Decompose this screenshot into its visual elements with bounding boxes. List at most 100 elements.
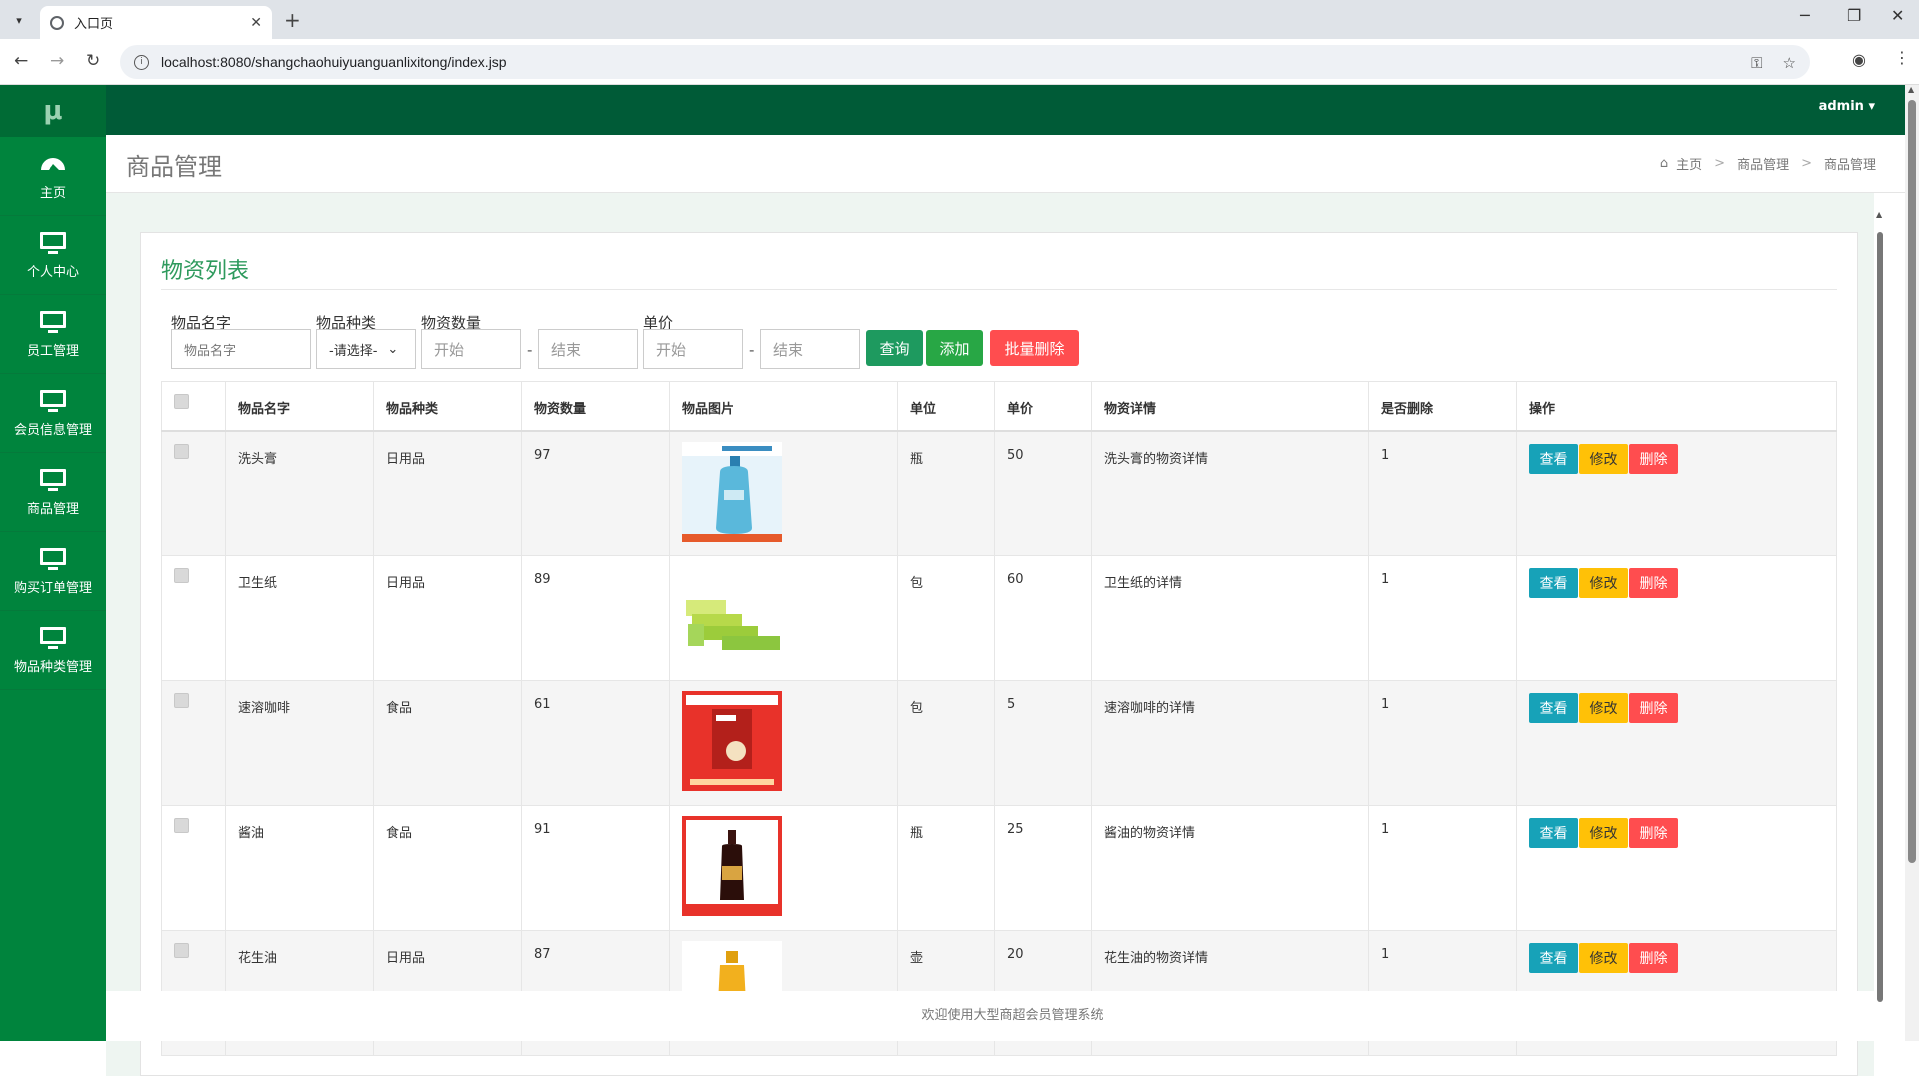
page-scroll-up-arrow-icon[interactable]: ▲ [1908, 85, 1914, 94]
edit-button[interactable]: 修改 [1579, 568, 1628, 598]
breadcrumb-home[interactable]: 主页 [1676, 154, 1702, 173]
type-select-value: -请选择- [329, 343, 378, 359]
price-start-input[interactable]: 开始 [643, 329, 743, 369]
col-header[interactable]: 物品名字 [225, 381, 374, 432]
col-header[interactable]: 物品种类 [373, 381, 522, 432]
back-arrow-icon[interactable]: ← [14, 51, 28, 71]
delete-button[interactable]: 删除 [1629, 693, 1678, 723]
url-field[interactable]: i localhost:8080/shangchaohuiyuanguanlix… [120, 45, 1810, 79]
cell-image [669, 805, 898, 931]
scroll-up-arrow-icon[interactable]: ▲ [1876, 210, 1882, 219]
browser-tab[interactable]: 入口页 ✕ [40, 6, 272, 39]
cell-unit: 瓶 [897, 805, 995, 931]
new-tab-plus-icon[interactable]: + [284, 8, 301, 32]
type-select[interactable]: -请选择- ⌄ [316, 329, 416, 369]
sidebar-item-staff[interactable]: 员工管理 [0, 295, 106, 374]
reload-icon[interactable]: ↻ [86, 51, 100, 71]
breadcrumb-section[interactable]: 商品管理 [1737, 154, 1789, 173]
view-button[interactable]: 查看 [1529, 568, 1578, 598]
delete-button[interactable]: 删除 [1629, 443, 1678, 474]
bookmark-star-icon[interactable]: ☆ [1783, 54, 1796, 72]
user-menu[interactable]: admin ▾ [1819, 99, 1875, 114]
cell-name: 洗头膏 [225, 430, 374, 556]
cell-image [669, 555, 898, 681]
sidebar-item-members[interactable]: 会员信息管理 [0, 374, 106, 453]
page-scrollbar[interactable]: ▲ [1905, 85, 1919, 1041]
table-row: 酱油 食品 91 瓶 25 酱油的物资详情 1 查看 修改 删除 [161, 805, 1837, 931]
cell-type: 日用品 [373, 555, 522, 681]
qty-start-input[interactable]: 开始 [421, 329, 521, 369]
col-header: 操作 [1516, 381, 1837, 432]
cell-actions: 查看 修改 删除 [1516, 805, 1837, 931]
tab-search-chevron-icon[interactable]: ▾ [8, 9, 30, 31]
select-all-checkbox[interactable] [174, 394, 189, 409]
content-scrollbar[interactable]: ▲ [1874, 210, 1886, 1076]
col-header[interactable]: 是否删除 [1368, 381, 1517, 432]
sidebar-item-label: 商品管理 [26, 501, 79, 517]
breadcrumb-separator: > [1801, 156, 1812, 171]
add-button[interactable]: 添加 [926, 330, 983, 366]
batch-delete-button[interactable]: 批量删除 [990, 330, 1079, 366]
cell-price: 5 [994, 680, 1092, 806]
cell-unit: 包 [897, 680, 995, 806]
row-checkbox[interactable] [174, 443, 189, 459]
edit-button[interactable]: 修改 [1579, 693, 1628, 723]
close-window-icon[interactable]: ✕ [1891, 6, 1904, 25]
delete-button[interactable]: 删除 [1629, 818, 1678, 848]
qty-end-input[interactable]: 结束 [538, 329, 638, 369]
query-button[interactable]: 查询 [866, 330, 923, 366]
col-header[interactable]: 单位 [897, 381, 995, 432]
row-checkbox[interactable] [174, 943, 189, 958]
close-tab-icon[interactable]: ✕ [250, 15, 262, 31]
cell-detail: 卫生纸的详情 [1091, 555, 1369, 681]
sidebar-item-personal-center[interactable]: 个人中心 [0, 216, 106, 295]
edit-button[interactable]: 修改 [1579, 818, 1628, 848]
cell-type: 食品 [373, 805, 522, 931]
cell-qty: 97 [521, 430, 670, 556]
delete-button[interactable]: 删除 [1629, 568, 1678, 598]
footer-text: 欢迎使用大型商超会员管理系统 [921, 1008, 1104, 1023]
site-info-icon[interactable]: i [134, 54, 149, 70]
page-scroll-thumb[interactable] [1908, 100, 1916, 863]
select-all-cell [161, 381, 226, 432]
col-header[interactable]: 物品图片 [669, 381, 898, 432]
restore-icon[interactable]: ❐ [1847, 6, 1861, 25]
row-checkbox[interactable] [174, 818, 189, 833]
content-scroll-thumb[interactable] [1877, 232, 1883, 1002]
col-header[interactable]: 物资数量 [521, 381, 670, 432]
row-checkbox[interactable] [174, 568, 189, 583]
sidebar-item-orders[interactable]: 购买订单管理 [0, 532, 106, 611]
forward-arrow-icon[interactable]: → [50, 51, 64, 71]
col-header[interactable]: 单价 [994, 381, 1092, 432]
row-checkbox[interactable] [174, 693, 189, 708]
globe-icon [50, 15, 64, 30]
sidebar-item-products[interactable]: 商品管理 [0, 453, 106, 532]
view-button[interactable]: 查看 [1529, 443, 1578, 474]
col-header[interactable]: 物资详情 [1091, 381, 1369, 432]
cell-price: 60 [994, 555, 1092, 681]
price-range-dash: - [749, 341, 755, 359]
name-search-input[interactable]: 物品名字 [171, 329, 311, 369]
sidebar-item-home[interactable]: 主页 [0, 137, 106, 216]
price-end-input[interactable]: 结束 [760, 329, 860, 369]
divider [161, 289, 1837, 290]
soy-sauce-bottle-image [682, 816, 782, 916]
monitor-icon [40, 310, 66, 333]
cell-actions: 查看 修改 删除 [1516, 430, 1837, 556]
row-select-cell [161, 680, 226, 806]
more-menu-icon[interactable]: ⋮ [1894, 48, 1910, 67]
minimize-icon[interactable]: ─ [1800, 6, 1810, 25]
chevron-down-icon: ⌄ [387, 341, 399, 357]
edit-button[interactable]: 修改 [1579, 443, 1628, 474]
view-button[interactable]: 查看 [1529, 818, 1578, 848]
view-button[interactable]: 查看 [1529, 693, 1578, 723]
delete-button[interactable]: 删除 [1629, 943, 1678, 973]
sidebar-item-categories[interactable]: 物品种类管理 [0, 611, 106, 690]
profile-icon[interactable]: ◉ [1852, 50, 1866, 69]
sidebar-item-label: 个人中心 [26, 264, 79, 280]
key-icon[interactable]: ⚿ [1751, 54, 1762, 72]
browser-tab-bar: ▾ 入口页 ✕ + ─ ❐ ✕ [0, 0, 1919, 39]
panel-title: 物资列表 [161, 259, 250, 284]
edit-button[interactable]: 修改 [1579, 943, 1628, 973]
view-button[interactable]: 查看 [1529, 943, 1578, 973]
